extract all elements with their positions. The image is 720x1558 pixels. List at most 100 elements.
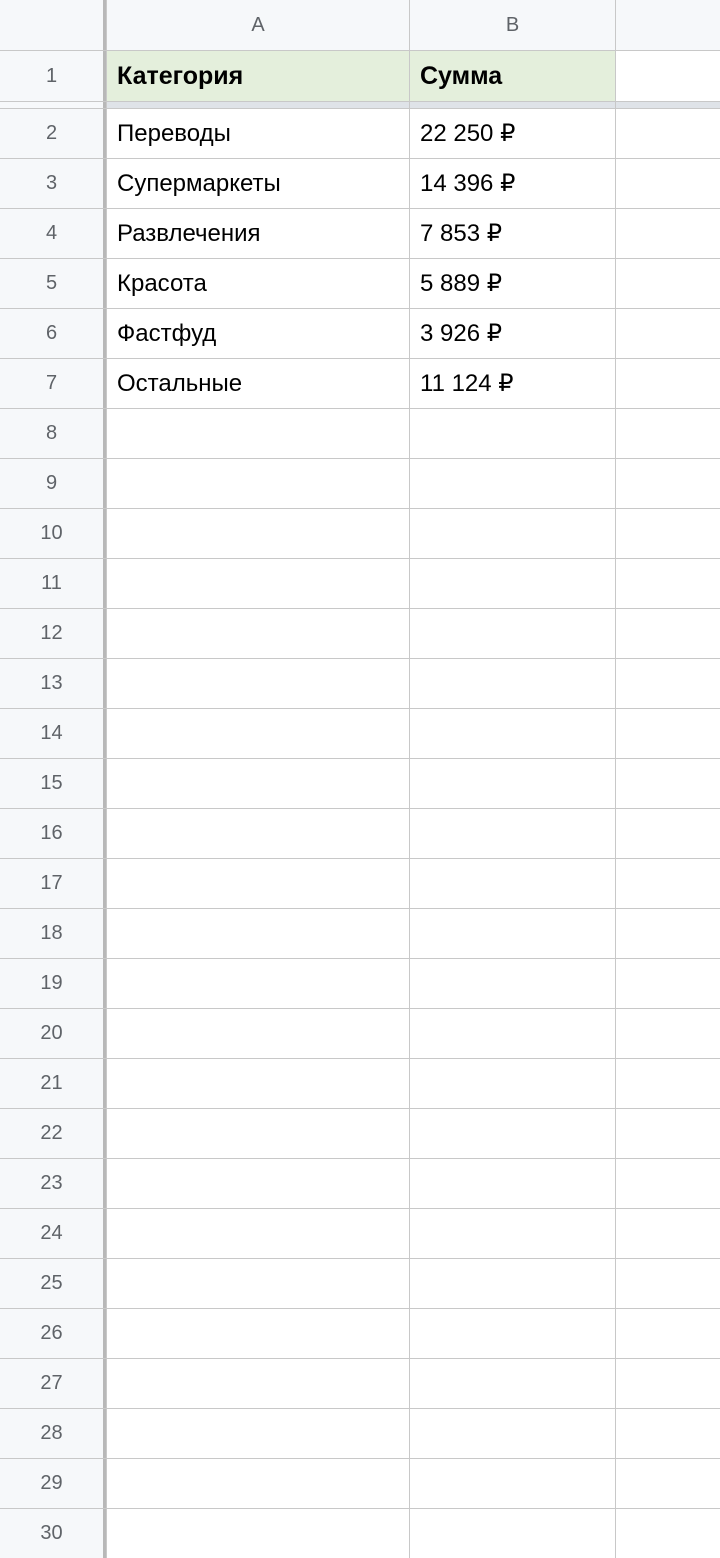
cell-a25[interactable] (107, 1259, 409, 1308)
row-header-14[interactable]: 14 (0, 709, 106, 758)
row-header-5[interactable]: 5 (0, 259, 106, 308)
row-header-6[interactable]: 6 (0, 309, 106, 358)
row-header-25[interactable]: 25 (0, 1259, 106, 1308)
cell-a7[interactable]: Остальные (107, 359, 409, 408)
row-header-21[interactable]: 21 (0, 1059, 106, 1108)
row-header-16[interactable]: 16 (0, 809, 106, 858)
cell-a24[interactable] (107, 1209, 409, 1258)
row-header-17[interactable]: 17 (0, 859, 106, 908)
cell-b16[interactable] (410, 809, 615, 858)
row-header-27[interactable]: 27 (0, 1359, 106, 1408)
cell-b19[interactable] (410, 959, 615, 1008)
cell-c18[interactable] (616, 909, 720, 958)
cell-c8[interactable] (616, 409, 720, 458)
row-header-13[interactable]: 13 (0, 659, 106, 708)
cell-a15[interactable] (107, 759, 409, 808)
cell-b4[interactable]: 7 853 ₽ (410, 209, 615, 258)
cell-a17[interactable] (107, 859, 409, 908)
cell-c14[interactable] (616, 709, 720, 758)
cell-c6[interactable] (616, 309, 720, 358)
cell-a30[interactable] (107, 1509, 409, 1558)
column-header-a[interactable]: A (107, 0, 409, 50)
row-header-4[interactable]: 4 (0, 209, 106, 258)
cell-c7[interactable] (616, 359, 720, 408)
row-header-2[interactable]: 2 (0, 109, 106, 158)
cell-c2[interactable] (616, 109, 720, 158)
cell-c11[interactable] (616, 559, 720, 608)
row-header-9[interactable]: 9 (0, 459, 106, 508)
cell-c19[interactable] (616, 959, 720, 1008)
cell-b28[interactable] (410, 1409, 615, 1458)
cell-a14[interactable] (107, 709, 409, 758)
cell-c23[interactable] (616, 1159, 720, 1208)
cell-c25[interactable] (616, 1259, 720, 1308)
cell-c30[interactable] (616, 1509, 720, 1558)
cell-a6[interactable]: Фастфуд (107, 309, 409, 358)
cell-a27[interactable] (107, 1359, 409, 1408)
cell-b30[interactable] (410, 1509, 615, 1558)
cell-b13[interactable] (410, 659, 615, 708)
cell-b20[interactable] (410, 1009, 615, 1058)
row-header-19[interactable]: 19 (0, 959, 106, 1008)
cell-a16[interactable] (107, 809, 409, 858)
row-header-28[interactable]: 28 (0, 1409, 106, 1458)
cell-a10[interactable] (107, 509, 409, 558)
cell-b5[interactable]: 5 889 ₽ (410, 259, 615, 308)
cell-b11[interactable] (410, 559, 615, 608)
corner-cell[interactable] (0, 0, 106, 50)
cell-c17[interactable] (616, 859, 720, 908)
cell-c5[interactable] (616, 259, 720, 308)
cell-b17[interactable] (410, 859, 615, 908)
cell-a26[interactable] (107, 1309, 409, 1358)
cell-b8[interactable] (410, 409, 615, 458)
cell-b27[interactable] (410, 1359, 615, 1408)
cell-c4[interactable] (616, 209, 720, 258)
cell-a11[interactable] (107, 559, 409, 608)
cell-a13[interactable] (107, 659, 409, 708)
cell-a8[interactable] (107, 409, 409, 458)
row-header-20[interactable]: 20 (0, 1009, 106, 1058)
cell-a29[interactable] (107, 1459, 409, 1508)
row-header-24[interactable]: 24 (0, 1209, 106, 1258)
cell-c9[interactable] (616, 459, 720, 508)
cell-c29[interactable] (616, 1459, 720, 1508)
cell-b23[interactable] (410, 1159, 615, 1208)
row-header-22[interactable]: 22 (0, 1109, 106, 1158)
cell-c3[interactable] (616, 159, 720, 208)
cell-b10[interactable] (410, 509, 615, 558)
cell-c22[interactable] (616, 1109, 720, 1158)
cell-c1[interactable] (616, 51, 720, 101)
cell-b18[interactable] (410, 909, 615, 958)
row-header-8[interactable]: 8 (0, 409, 106, 458)
row-header-10[interactable]: 10 (0, 509, 106, 558)
cell-a2[interactable]: Переводы (107, 109, 409, 158)
row-header-3[interactable]: 3 (0, 159, 106, 208)
row-header-1[interactable]: 1 (0, 51, 106, 101)
cell-c12[interactable] (616, 609, 720, 658)
cell-b15[interactable] (410, 759, 615, 808)
row-header-18[interactable]: 18 (0, 909, 106, 958)
cell-b21[interactable] (410, 1059, 615, 1108)
cell-a21[interactable] (107, 1059, 409, 1108)
cell-b14[interactable] (410, 709, 615, 758)
cell-a19[interactable] (107, 959, 409, 1008)
cell-a28[interactable] (107, 1409, 409, 1458)
cell-b1[interactable]: Сумма (410, 51, 615, 101)
column-header-c[interactable] (616, 0, 720, 50)
row-header-11[interactable]: 11 (0, 559, 106, 608)
cell-a4[interactable]: Развлечения (107, 209, 409, 258)
row-header-15[interactable]: 15 (0, 759, 106, 808)
cell-a12[interactable] (107, 609, 409, 658)
row-header-7[interactable]: 7 (0, 359, 106, 408)
row-header-29[interactable]: 29 (0, 1459, 106, 1508)
row-header-23[interactable]: 23 (0, 1159, 106, 1208)
row-header-12[interactable]: 12 (0, 609, 106, 658)
row-header-26[interactable]: 26 (0, 1309, 106, 1358)
cell-b25[interactable] (410, 1259, 615, 1308)
row-header-30[interactable]: 30 (0, 1509, 106, 1558)
cell-b9[interactable] (410, 459, 615, 508)
cell-b22[interactable] (410, 1109, 615, 1158)
cell-b24[interactable] (410, 1209, 615, 1258)
cell-c16[interactable] (616, 809, 720, 858)
cell-c20[interactable] (616, 1009, 720, 1058)
